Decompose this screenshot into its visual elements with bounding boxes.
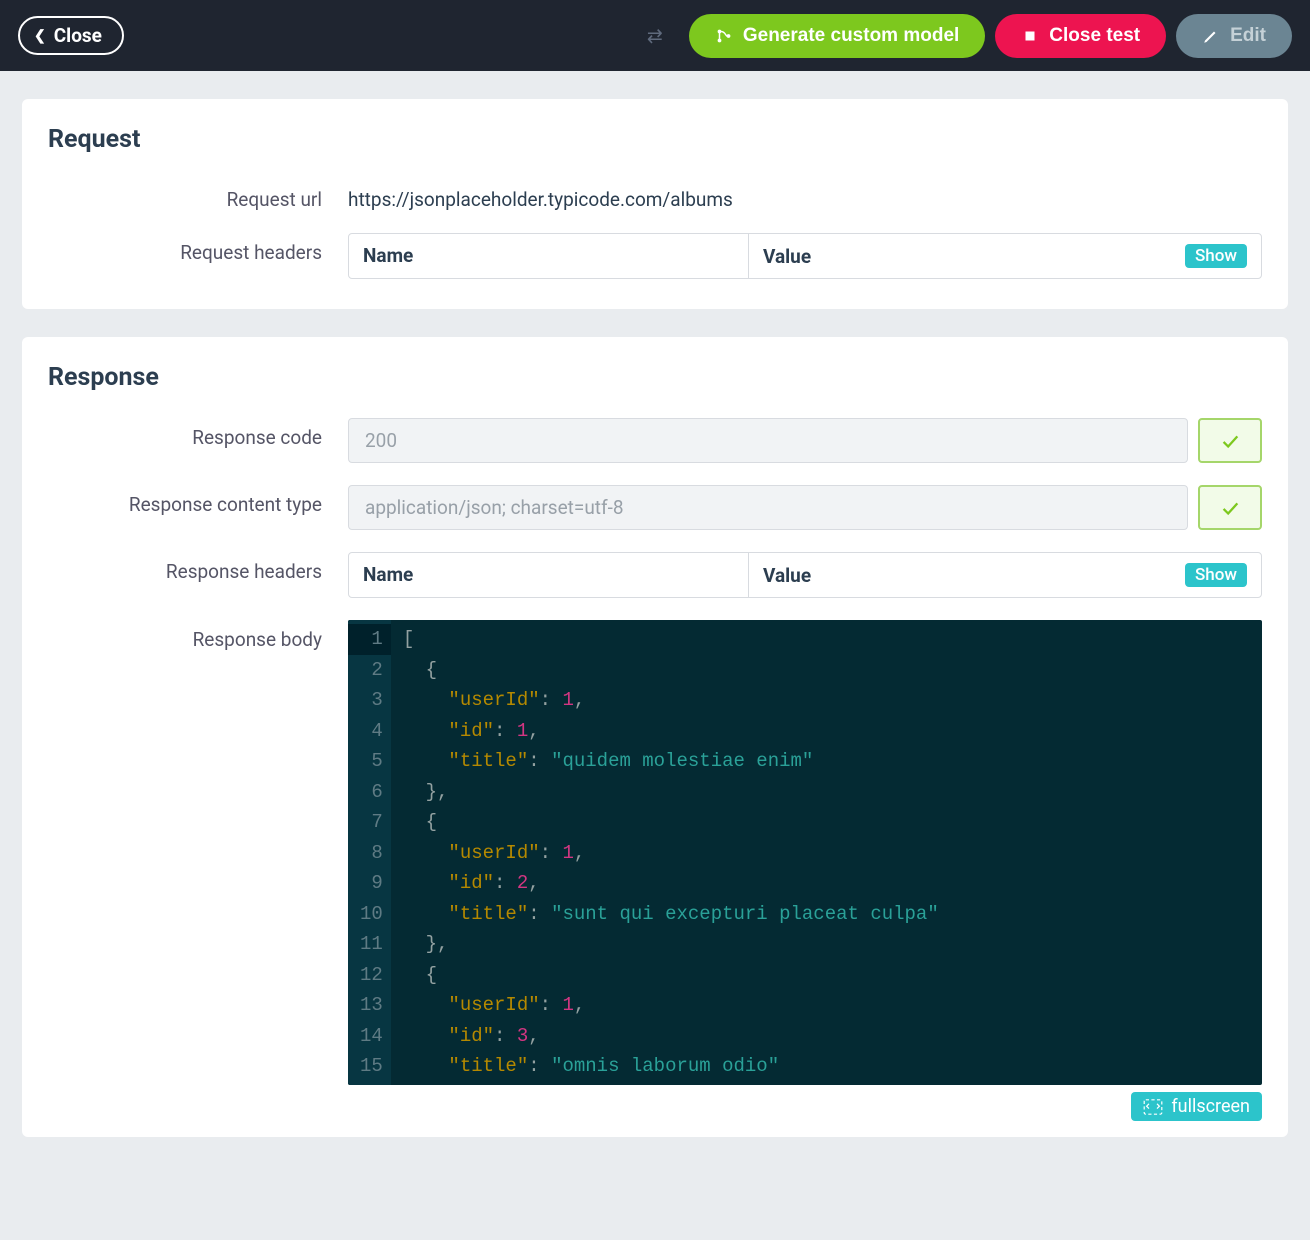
response-headers-table: Name Value Show [348,552,1262,598]
branch-icon [715,27,733,45]
request-card: Request Request url https://jsonplacehol… [22,99,1288,309]
response-body-label: Response body [48,620,348,651]
check-icon [1219,497,1241,519]
fullscreen-label: fullscreen [1171,1096,1250,1117]
response-code-value: 200 [348,418,1188,463]
swap-icon[interactable]: ⇄ [631,24,679,47]
pencil-icon [1202,27,1220,45]
request-url-label: Request url [48,180,348,211]
response-heading: Response [48,363,1262,392]
request-heading: Request [48,125,1262,154]
response-card: Response Response code 200 Response cont… [22,337,1288,1137]
fullscreen-button[interactable]: fullscreen [1131,1092,1262,1121]
response-ct-label: Response content type [48,485,348,516]
request-url-value: https://jsonplaceholder.typicode.com/alb… [348,180,1262,211]
response-headers-show-button[interactable]: Show [1185,563,1247,587]
request-headers-name-col: Name [349,234,749,278]
close-label: Close [54,24,102,47]
response-headers-value-col: Value [763,564,811,587]
response-headers-label: Response headers [48,552,348,583]
close-button[interactable]: ❮ Close [18,16,124,55]
close-test-label: Close test [1049,25,1140,47]
response-code-label: Response code [48,418,348,449]
edit-button[interactable]: Edit [1176,14,1292,58]
generate-label: Generate custom model [743,25,959,47]
request-headers-value-col: Value [763,245,811,268]
fullscreen-icon [1143,1099,1163,1115]
response-body-editor[interactable]: 123456789101112131415 [ { "userId": 1, "… [348,620,1262,1085]
response-ct-check [1198,485,1262,530]
edit-label: Edit [1230,25,1266,47]
topbar: ❮ Close ⇄ Generate custom model Close te… [0,0,1310,71]
response-ct-value: application/json; charset=utf-8 [348,485,1188,530]
stop-icon [1021,27,1039,45]
request-headers-label: Request headers [48,233,348,264]
generate-model-button[interactable]: Generate custom model [689,14,985,58]
request-headers-table: Name Value Show [348,233,1262,279]
response-code-check [1198,418,1262,463]
chevron-left-icon: ❮ [34,28,46,44]
check-icon [1219,430,1241,452]
request-headers-show-button[interactable]: Show [1185,244,1247,268]
response-headers-name-col: Name [349,553,749,597]
close-test-button[interactable]: Close test [995,14,1166,58]
